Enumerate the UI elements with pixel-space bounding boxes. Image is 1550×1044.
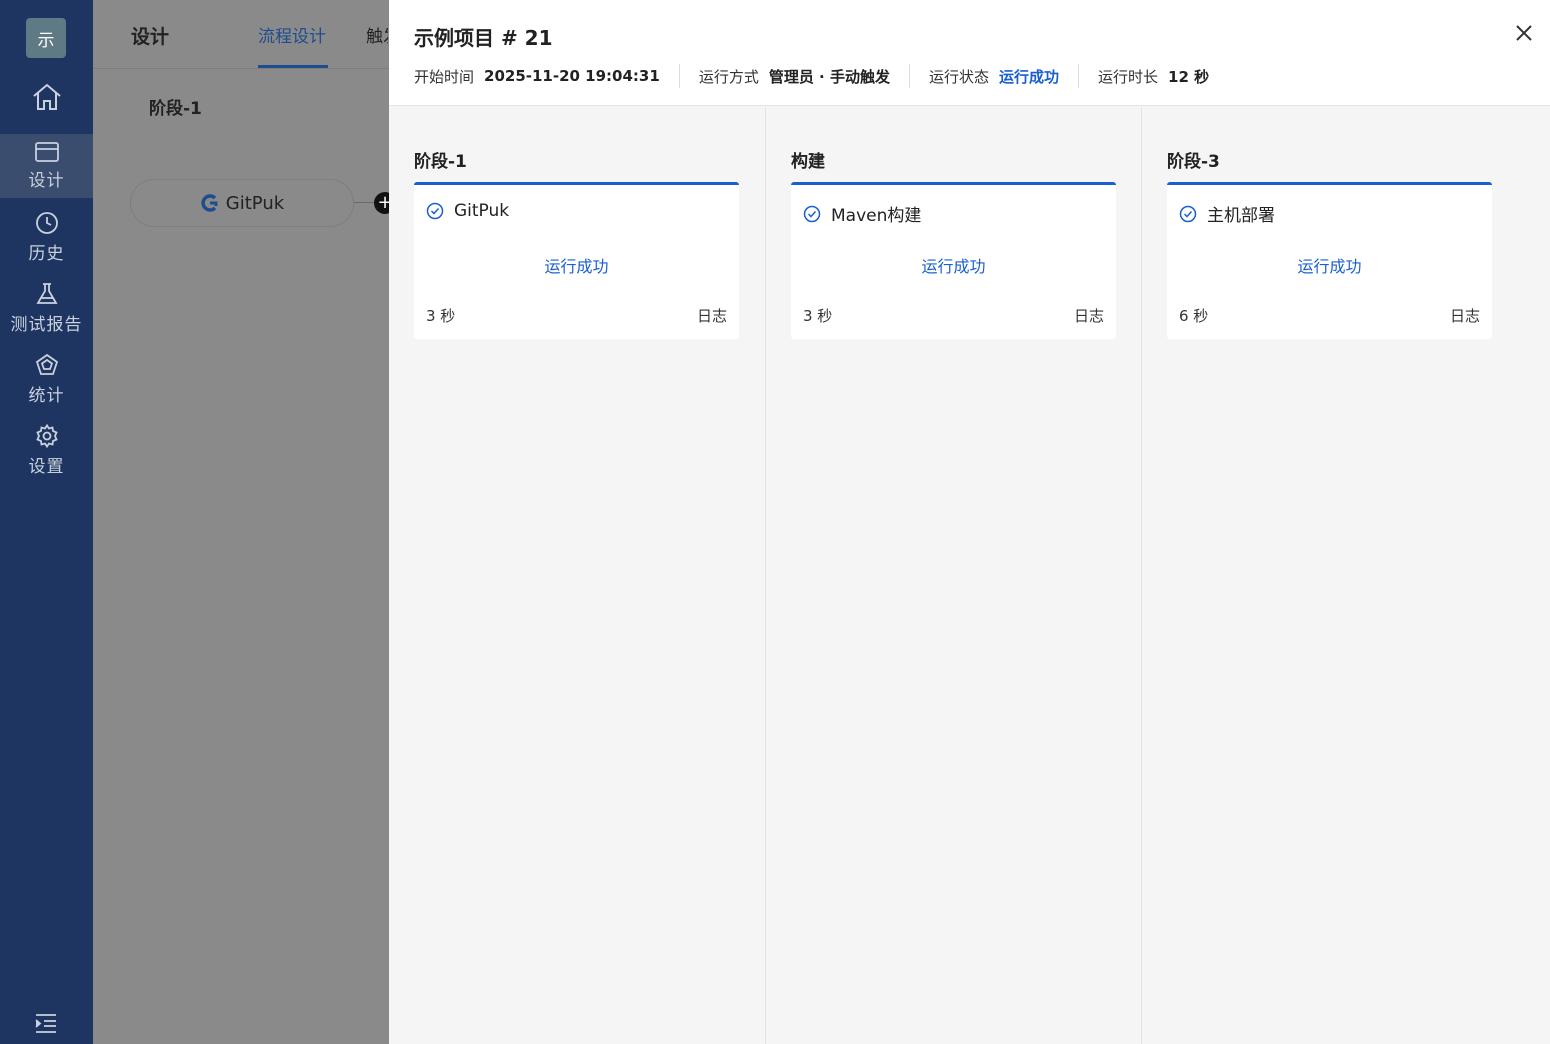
app-logo[interactable]: 示 [26, 18, 66, 58]
check-circle-icon [1179, 205, 1197, 222]
tab-pipeline-design[interactable]: 流程设计 [258, 22, 326, 47]
run-meta: 开始时间 2025-11-20 19:04:31 运行方式 管理员 · 手动触发… [414, 64, 1209, 88]
divider [1078, 64, 1080, 88]
run-duration-value: 12 秒 [1168, 67, 1210, 86]
divider [908, 64, 910, 88]
task-header: Maven构建 [803, 201, 921, 226]
run-mode-value: 管理员 · 手动触发 [768, 67, 890, 86]
page-title: 设计 [131, 26, 170, 48]
task-log-link[interactable]: 日志 [1450, 305, 1480, 326]
check-circle-icon [803, 205, 821, 222]
pipeline-node[interactable]: GitPuk [130, 179, 354, 227]
stage-column: 阶段-1 GitPuk 运行成功 3 秒 日志 [389, 107, 765, 1044]
stage-title: 构建 [791, 152, 825, 172]
sidebar-item-label: 测试报告 [10, 314, 83, 335]
run-detail-drawer: 示例项目 # 21 开始时间 2025-11-20 19:04:31 运行方式 … [389, 0, 1550, 1044]
task-card[interactable]: GitPuk 运行成功 3 秒 日志 [414, 182, 739, 339]
task-name: GitPuk [454, 201, 510, 221]
task-status: 运行成功 [921, 257, 986, 276]
stage-column: 阶段-3 主机部署 运行成功 6 秒 日志 [1141, 107, 1517, 1044]
home-button[interactable] [0, 72, 93, 122]
start-time-value: 2025-11-20 19:04:31 [484, 67, 660, 85]
run-status-label: 运行状态 [928, 67, 989, 86]
home-icon [32, 83, 61, 110]
sidebar-item-statistics[interactable]: 统计 [0, 347, 93, 411]
flask-icon [35, 282, 58, 304]
sidebar-item-design[interactable]: 设计 [0, 134, 93, 198]
task-name: Maven构建 [831, 206, 922, 226]
task-card[interactable]: Maven构建 运行成功 3 秒 日志 [791, 182, 1116, 339]
task-status: 运行成功 [544, 257, 609, 276]
menu-collapse-icon [35, 1014, 56, 1033]
statistics-icon [35, 353, 58, 375]
sidebar-item-test-report[interactable]: 测试报告 [0, 276, 93, 340]
stage-title: 阶段-1 [414, 152, 467, 172]
task-card[interactable]: 主机部署 运行成功 6 秒 日志 [1167, 182, 1492, 339]
stage-title: 阶段-1 [149, 99, 202, 119]
sidebar-item-history[interactable]: 历史 [0, 205, 93, 269]
task-header: GitPuk [426, 201, 509, 221]
gear-icon [35, 423, 58, 448]
layout-icon [34, 141, 59, 162]
check-circle-icon [426, 202, 444, 220]
gitpuk-icon [201, 194, 218, 212]
start-time-label: 开始时间 [414, 67, 475, 86]
pipeline-node-label: GitPuk [225, 192, 285, 214]
connector-line [354, 202, 374, 203]
close-icon [1516, 25, 1532, 41]
drawer-header: 示例项目 # 21 开始时间 2025-11-20 19:04:31 运行方式 … [389, 0, 1550, 106]
run-duration-label: 运行时长 [1098, 67, 1159, 86]
collapse-sidebar-button[interactable] [34, 1012, 58, 1034]
task-duration: 3 秒 [426, 307, 456, 325]
tab-trigger[interactable]: 触发 [366, 22, 388, 47]
stage-title: 阶段-3 [1167, 152, 1220, 172]
task-duration: 3 秒 [803, 307, 833, 325]
task-log-link[interactable]: 日志 [1074, 305, 1104, 326]
task-name: 主机部署 [1207, 206, 1275, 226]
sidebar-item-label: 统计 [28, 385, 65, 406]
run-mode-label: 运行方式 [698, 67, 759, 86]
task-status: 运行成功 [1297, 257, 1362, 276]
task-duration: 6 秒 [1179, 307, 1209, 325]
sidebar-item-settings[interactable]: 设置 [0, 418, 93, 482]
sidebar-item-label: 设置 [28, 456, 65, 477]
clock-icon [35, 211, 58, 234]
tab-active-indicator [258, 65, 328, 68]
sidebar: 示 设计 历史 测试报告 统计 设置 [0, 0, 93, 1044]
divider [678, 64, 680, 88]
sidebar-item-label: 设计 [28, 170, 65, 191]
close-button[interactable] [1513, 22, 1535, 44]
drawer-title: 示例项目 # 21 [414, 26, 553, 50]
stage-column: 构建 Maven构建 运行成功 3 秒 日志 [765, 107, 1141, 1044]
sidebar-item-label: 历史 [28, 243, 65, 264]
task-log-link[interactable]: 日志 [697, 305, 727, 326]
run-status-value: 运行成功 [999, 67, 1060, 86]
task-header: 主机部署 [1179, 201, 1275, 226]
